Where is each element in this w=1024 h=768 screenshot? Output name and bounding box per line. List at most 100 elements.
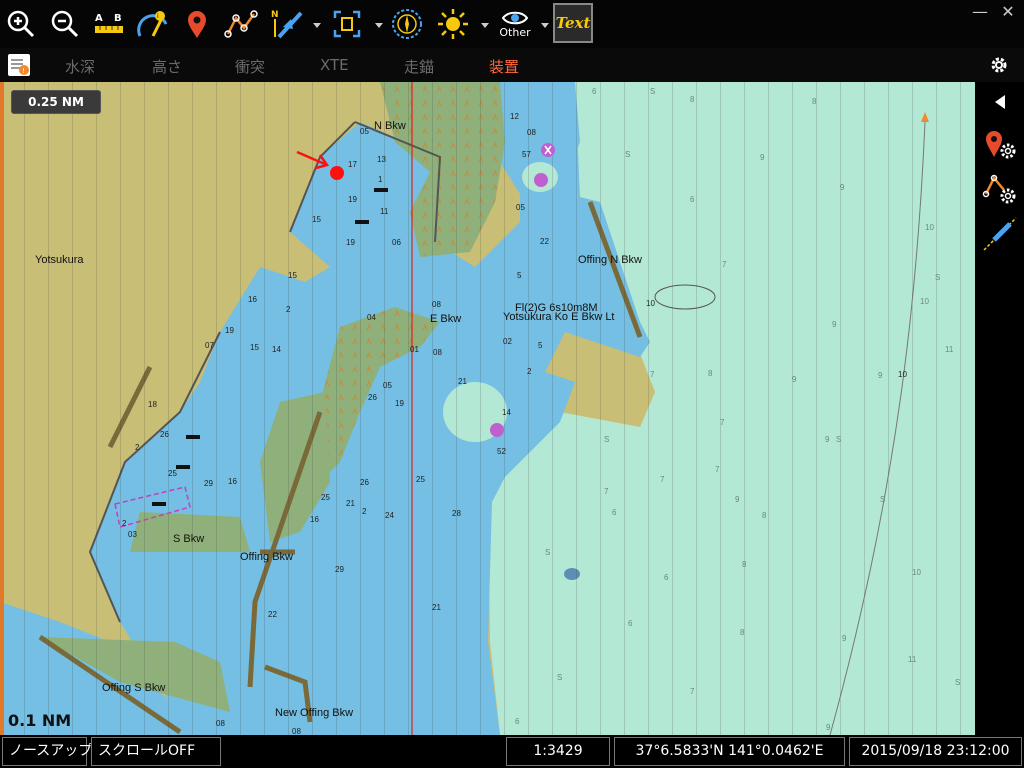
svg-text:13: 13 bbox=[377, 155, 386, 164]
chart-canvas: N Bkw Yotsukura Offing N Bkw Fl(2)G 6s10… bbox=[0, 82, 975, 735]
label-yotsukura: Yotsukura bbox=[35, 254, 84, 266]
info-gauge-icon[interactable]: i bbox=[134, 4, 172, 44]
waypoint-settings-icon[interactable] bbox=[975, 124, 1024, 164]
svg-text:08: 08 bbox=[432, 300, 441, 309]
svg-text:8: 8 bbox=[762, 511, 767, 520]
chart-hatch bbox=[0, 82, 975, 735]
tab-height[interactable]: 高さ bbox=[152, 56, 182, 77]
svg-text:9: 9 bbox=[878, 371, 883, 380]
tab-xte[interactable]: XTE bbox=[320, 56, 349, 74]
svg-text:8: 8 bbox=[708, 369, 713, 378]
route-settings-icon[interactable] bbox=[975, 169, 1024, 209]
svg-text:57: 57 bbox=[522, 150, 531, 159]
window-close-button[interactable]: ✕ bbox=[998, 2, 1018, 22]
right-side-panel bbox=[975, 82, 1024, 735]
svg-text:6: 6 bbox=[592, 87, 597, 96]
svg-text:9: 9 bbox=[760, 153, 765, 162]
svg-text:5: 5 bbox=[538, 341, 543, 350]
text-toggle-icon[interactable]: Text bbox=[553, 3, 593, 43]
svg-text:21: 21 bbox=[458, 377, 467, 386]
label-offing-bkw: Offing Bkw bbox=[240, 551, 293, 563]
zoom-in-icon[interactable] bbox=[2, 4, 40, 44]
svg-text:05: 05 bbox=[383, 381, 392, 390]
other-label: Other bbox=[499, 25, 531, 39]
orientation-button[interactable]: ノースアップ bbox=[2, 737, 92, 766]
frame-dropdown-icon[interactable] bbox=[374, 20, 384, 30]
other-dropdown-icon[interactable] bbox=[540, 20, 550, 30]
svg-text:9: 9 bbox=[735, 495, 740, 504]
svg-text:1: 1 bbox=[378, 175, 383, 184]
svg-text:2: 2 bbox=[135, 443, 140, 452]
alarm-list-icon[interactable]: ! bbox=[8, 54, 30, 76]
svg-text:9: 9 bbox=[826, 723, 831, 732]
other-eye-icon[interactable]: Other bbox=[494, 4, 536, 44]
tab-collision[interactable]: 衝突 bbox=[235, 56, 265, 77]
compass-rose-icon[interactable] bbox=[388, 4, 426, 44]
tab-anchor-drag[interactable]: 走錨 bbox=[404, 56, 434, 77]
svg-text:S: S bbox=[557, 673, 562, 682]
svg-text:17: 17 bbox=[348, 160, 357, 169]
measure-ab-icon[interactable]: AB bbox=[90, 4, 128, 44]
zoom-out-icon[interactable] bbox=[46, 4, 84, 44]
svg-text:18: 18 bbox=[148, 400, 157, 409]
svg-text:01: 01 bbox=[410, 345, 419, 354]
brightness-icon[interactable] bbox=[434, 4, 472, 44]
status-bar: ノースアップ スクロールOFF 1:3429 37°6.5833'N 141°0… bbox=[0, 735, 1024, 768]
heading-dropdown-icon[interactable] bbox=[312, 20, 322, 30]
svg-text:8: 8 bbox=[742, 560, 747, 569]
svg-text:25: 25 bbox=[416, 475, 425, 484]
vessel-marker[interactable] bbox=[330, 166, 344, 180]
svg-text:8: 8 bbox=[690, 95, 695, 104]
scroll-toggle-button[interactable]: スクロールOFF bbox=[91, 737, 221, 766]
route-icon[interactable] bbox=[222, 4, 260, 44]
tab-device[interactable]: 装置 bbox=[489, 56, 519, 77]
brightness-dropdown-icon[interactable] bbox=[480, 20, 490, 30]
label-new-offing-bkw: New Offing Bkw bbox=[275, 707, 353, 719]
svg-text:N: N bbox=[271, 10, 279, 20]
datetime-readout: 2015/09/18 23:12:00 bbox=[849, 737, 1022, 766]
svg-text:6: 6 bbox=[628, 619, 633, 628]
svg-text:9: 9 bbox=[840, 183, 845, 192]
svg-text:!: ! bbox=[22, 67, 25, 75]
svg-text:S: S bbox=[650, 87, 655, 96]
label-s-bkw: S Bkw bbox=[173, 533, 204, 545]
label-n-bkw: N Bkw bbox=[374, 120, 406, 132]
collapse-panel-icon[interactable] bbox=[975, 82, 1024, 122]
svg-text:6: 6 bbox=[612, 508, 617, 517]
svg-text:06: 06 bbox=[392, 238, 401, 247]
svg-text:14: 14 bbox=[272, 345, 281, 354]
chart-scale-badge: 0.25 NM bbox=[11, 90, 101, 114]
svg-text:12: 12 bbox=[510, 112, 519, 121]
svg-text:15: 15 bbox=[288, 271, 297, 280]
svg-text:7: 7 bbox=[604, 487, 609, 496]
window-minimize-button[interactable]: — bbox=[970, 2, 990, 22]
tab-depth[interactable]: 水深 bbox=[65, 56, 95, 77]
svg-text:9: 9 bbox=[832, 320, 837, 329]
range-ring-label: 0.1 NM bbox=[8, 711, 72, 730]
svg-text:7: 7 bbox=[715, 465, 720, 474]
svg-text:05: 05 bbox=[516, 203, 525, 212]
svg-text:7: 7 bbox=[720, 418, 725, 427]
scale-readout: 1:3429 bbox=[506, 737, 610, 766]
svg-text:5: 5 bbox=[517, 271, 522, 280]
svg-text:11: 11 bbox=[380, 207, 389, 216]
tab-bar: ! 水深 高さ 衝突 XTE 走錨 装置 bbox=[0, 48, 1024, 82]
heading-compass-icon[interactable]: N bbox=[268, 4, 306, 44]
label-offing-s-bkw: Offing S Bkw bbox=[102, 682, 165, 694]
svg-text:26: 26 bbox=[160, 430, 169, 439]
waypoint-pin-icon[interactable] bbox=[178, 4, 216, 44]
svg-text:26: 26 bbox=[368, 393, 377, 402]
svg-text:B: B bbox=[114, 13, 122, 24]
svg-text:25: 25 bbox=[321, 493, 330, 502]
gear-icon[interactable] bbox=[988, 54, 1010, 76]
track-tool-icon[interactable] bbox=[975, 214, 1024, 254]
svg-text:2: 2 bbox=[122, 519, 127, 528]
nautical-chart[interactable]: N Bkw Yotsukura Offing N Bkw Fl(2)G 6s10… bbox=[0, 82, 975, 735]
svg-text:25: 25 bbox=[168, 469, 177, 478]
svg-text:2: 2 bbox=[286, 305, 291, 314]
svg-text:9: 9 bbox=[842, 634, 847, 643]
contour-value: 10 bbox=[898, 370, 907, 379]
svg-text:S: S bbox=[625, 150, 630, 159]
svg-text:11: 11 bbox=[945, 345, 954, 354]
target-frame-icon[interactable] bbox=[328, 4, 366, 44]
